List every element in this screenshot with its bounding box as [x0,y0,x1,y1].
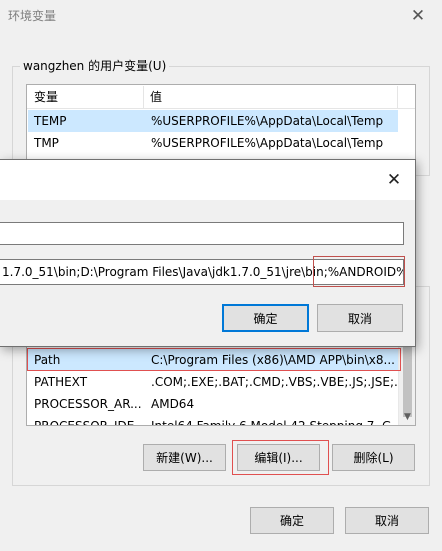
scrollbar-thumb[interactable] [403,345,412,417]
delete-variable-button[interactable]: 删除(L) [332,444,415,471]
variable-value: %USERPROFILE%\AppData\Local\Temp [151,114,384,128]
edit-dialog-title-bar: ✕ [0,160,415,200]
edit-variable-dialog: ✕ 1.7.0_51\bin;D:\Program Files\Java\jdk… [0,159,416,347]
dialog-cancel-button[interactable]: 取消 [317,304,403,332]
variable-name-field[interactable] [0,222,404,245]
column-header-variable[interactable]: 变量 [27,85,58,109]
outer-window-title: 环境变量 [8,9,57,23]
variable-name: TMP [34,136,59,150]
variable-value: AMD64 [151,397,195,411]
new-variable-button[interactable]: 新建(W)... [143,444,226,471]
variable-name: PATHEXT [34,375,88,389]
close-icon[interactable]: ✕ [382,168,406,192]
variable-value: .COM;.EXE;.BAT;.CMD;.VBS;.VBE;.JS;.JSE;.… [151,375,410,389]
variable-name: TEMP [34,114,67,128]
column-header-value[interactable]: 值 [143,85,162,109]
outer-cancel-button[interactable]: 取消 [345,507,429,534]
path-row-highlight [27,348,401,371]
variable-name: PROCESSOR_AR... [34,397,142,411]
table-row[interactable]: PROCESSOR_IDE... Intel64 Family 6 Model … [28,415,403,426]
variable-value: %USERPROFILE%\AppData\Local\Temp [151,136,384,150]
table-row[interactable]: TMP %USERPROFILE%\AppData\Local\Temp [28,132,398,154]
outer-close-icon[interactable]: ✕ [405,3,431,29]
table-row[interactable]: PROCESSOR_AR... AMD64 [28,393,398,415]
variable-value: Intel64 Family 6 Model 42 Stepping 7, G.… [151,419,403,426]
edit-button-highlight [232,440,329,475]
table-row[interactable]: PATHEXT .COM;.EXE;.BAT;.CMD;.VBS;.VBE;.J… [28,371,409,393]
android-path-highlight [313,256,405,287]
outer-ok-button[interactable]: 确定 [250,507,334,534]
user-variables-group-label: wangzhen 的用户变量(U) [20,57,170,74]
scroll-down-icon[interactable]: ▼ [399,409,415,425]
column-separator[interactable] [397,86,398,108]
variable-name: PROCESSOR_IDE... [34,419,146,426]
table-row[interactable]: TEMP %USERPROFILE%\AppData\Local\Temp [28,110,398,132]
outer-title-bar: 环境变量 ✕ [0,0,442,32]
dialog-ok-button[interactable]: 确定 [222,304,309,332]
user-list-header: 变量 值 [27,85,415,109]
